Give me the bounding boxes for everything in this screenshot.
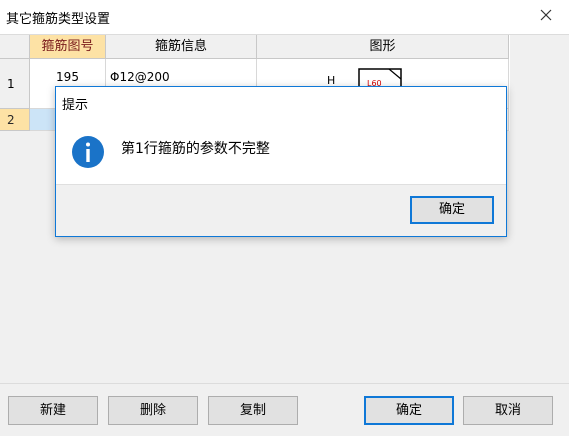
close-icon[interactable] bbox=[537, 6, 555, 24]
message-box-title: 提示 bbox=[62, 98, 89, 113]
new-button[interactable]: 新建 bbox=[8, 396, 98, 425]
col-header-fig-no[interactable]: 箍筋图号 bbox=[30, 35, 106, 59]
ok-button[interactable]: 确定 bbox=[364, 396, 454, 425]
row-header-2[interactable]: 2 bbox=[0, 109, 30, 131]
window-titlebar: 其它箍筋类型设置 bbox=[0, 0, 569, 34]
col-header-shape[interactable]: 图形 bbox=[257, 35, 509, 59]
col-header-info[interactable]: 箍筋信息 bbox=[106, 35, 257, 59]
message-ok-button[interactable]: 确定 bbox=[410, 196, 494, 224]
info-icon bbox=[72, 136, 104, 168]
button-bar-separator bbox=[0, 383, 569, 384]
grid-corner-header bbox=[0, 35, 30, 59]
delete-button[interactable]: 删除 bbox=[108, 396, 198, 425]
message-text: 第1行箍筋的参数不完整 bbox=[121, 141, 270, 157]
row-header-1[interactable]: 1 bbox=[0, 59, 30, 109]
cancel-button[interactable]: 取消 bbox=[463, 396, 553, 425]
copy-button[interactable]: 复制 bbox=[208, 396, 298, 425]
window-title: 其它箍筋类型设置 bbox=[6, 12, 111, 27]
message-box: 提示 第1行箍筋的参数不完整 确定 bbox=[55, 86, 507, 237]
